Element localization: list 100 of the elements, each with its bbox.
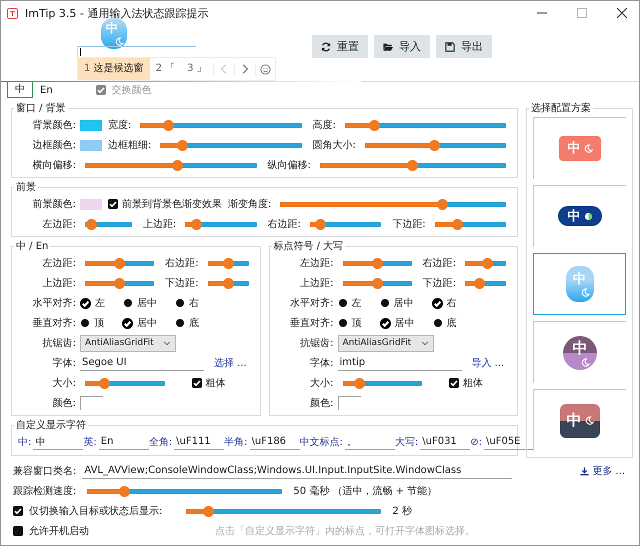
slider-thumb[interactable]: [177, 140, 188, 150]
radio-button[interactable]: [176, 299, 184, 307]
radio-button[interactable]: [380, 299, 388, 307]
slider-thumb[interactable]: [368, 120, 380, 130]
dropdown[interactable]: AntiAliasGridFit: [80, 334, 176, 352]
slider-thumb[interactable]: [372, 278, 383, 288]
toolbar-button[interactable]: 重置: [312, 35, 368, 58]
radio-button[interactable]: [338, 299, 346, 307]
slider[interactable]: [85, 162, 256, 168]
slider-thumb[interactable]: [222, 278, 234, 288]
radio-button[interactable]: [176, 319, 184, 327]
slider-thumb[interactable]: [202, 506, 214, 516]
candidate-item[interactable]: 1 这是候选窗: [78, 58, 150, 80]
checkbox[interactable]: [13, 526, 23, 536]
dropdown[interactable]: AntiAliasGridFit: [338, 334, 434, 352]
slider-thumb[interactable]: [98, 378, 110, 388]
slider-thumb[interactable]: [437, 198, 448, 210]
char-label-link[interactable]: ⊘:: [470, 436, 482, 448]
slider[interactable]: [344, 122, 506, 128]
slider-thumb[interactable]: [222, 258, 234, 268]
checkbox[interactable]: [13, 506, 23, 516]
font-field[interactable]: Segoe UI: [80, 356, 204, 370]
slider-thumb[interactable]: [114, 258, 126, 268]
radio-button[interactable]: [434, 319, 442, 327]
more-link[interactable]: 更多 ...: [580, 464, 625, 478]
char-field[interactable]: 。: [344, 434, 395, 450]
slider-thumb[interactable]: [452, 218, 463, 230]
char-field[interactable]: \uF031: [420, 434, 470, 450]
slider[interactable]: [434, 222, 506, 226]
toolbar-button[interactable]: 导入: [374, 35, 430, 58]
slider[interactable]: [342, 280, 412, 286]
tab[interactable]: 中: [7, 82, 33, 98]
color-swatch[interactable]: [80, 140, 102, 150]
tab[interactable]: En: [33, 82, 60, 98]
slider[interactable]: [85, 222, 132, 226]
slider[interactable]: [465, 260, 506, 266]
color-swatch[interactable]: [80, 198, 102, 210]
slider-thumb[interactable]: [372, 258, 383, 268]
slider[interactable]: [208, 260, 248, 266]
slider-thumb[interactable]: [118, 486, 130, 496]
char-field[interactable]: \uF186: [250, 434, 300, 450]
toolbar-button[interactable]: 导出: [436, 35, 492, 58]
char-label-link[interactable]: 大写:: [394, 435, 418, 449]
candidate-item[interactable]: 3 」: [181, 58, 213, 80]
class-names-field[interactable]: AVL_AVView;ConsoleWindowClass;Windows.UI.Input.InputSite.WindowClass: [82, 464, 512, 478]
theme-tile[interactable]: 中: [533, 321, 626, 384]
char-label-link[interactable]: 全角:: [148, 435, 172, 449]
maximize-icon[interactable]: [577, 8, 587, 18]
slider[interactable]: [280, 202, 506, 206]
close-icon[interactable]: [617, 8, 627, 18]
slider[interactable]: [364, 142, 506, 148]
char-field[interactable]: En: [98, 434, 149, 450]
checkbox[interactable]: [192, 378, 202, 388]
slider-thumb[interactable]: [86, 218, 98, 230]
theme-tile[interactable]: 中: [533, 184, 626, 247]
slider[interactable]: [87, 488, 282, 494]
slider-thumb[interactable]: [474, 278, 486, 288]
checkbox[interactable]: [449, 378, 459, 388]
radio-button[interactable]: [80, 298, 91, 308]
slider-thumb[interactable]: [114, 278, 126, 288]
char-label-link[interactable]: 半角:: [224, 435, 248, 449]
slider[interactable]: [465, 280, 506, 286]
slider-thumb[interactable]: [314, 218, 326, 230]
font-link[interactable]: 导入 ...: [472, 356, 504, 370]
radio-button[interactable]: [380, 318, 390, 328]
radio-button[interactable]: [124, 299, 132, 307]
candidate-item[interactable]: 2 「: [150, 58, 182, 80]
slider[interactable]: [160, 142, 302, 148]
slider[interactable]: [342, 380, 422, 386]
char-field[interactable]: \uF111: [174, 434, 224, 450]
radio-button[interactable]: [432, 298, 442, 308]
checkbox[interactable]: [108, 199, 118, 209]
slider[interactable]: [85, 380, 164, 386]
char-field[interactable]: 中: [33, 434, 84, 450]
slider[interactable]: [320, 162, 506, 168]
slider-thumb[interactable]: [172, 160, 183, 170]
slider[interactable]: [140, 122, 302, 128]
char-field[interactable]: \uF05E: [484, 434, 534, 450]
slider-thumb[interactable]: [407, 160, 418, 170]
slider-thumb[interactable]: [162, 120, 174, 130]
radio-button[interactable]: [122, 318, 133, 328]
char-label-link[interactable]: 中:: [18, 435, 32, 449]
char-label-link[interactable]: 英:: [83, 435, 97, 449]
color-swatch[interactable]: [80, 120, 102, 130]
font-link[interactable]: 选择 ...: [214, 356, 247, 370]
slider-thumb[interactable]: [482, 258, 493, 268]
char-label-link[interactable]: 中文标点:: [300, 435, 343, 449]
slider-thumb[interactable]: [191, 218, 202, 230]
slider-thumb[interactable]: [428, 140, 440, 150]
slider[interactable]: [85, 260, 154, 266]
radio-button[interactable]: [81, 319, 89, 327]
slider[interactable]: [185, 222, 256, 226]
slider[interactable]: [186, 508, 382, 514]
font-field[interactable]: imtip: [338, 356, 462, 370]
slider[interactable]: [310, 222, 382, 226]
slider[interactable]: [85, 280, 154, 286]
slider[interactable]: [342, 260, 412, 266]
slider-thumb[interactable]: [354, 378, 366, 388]
radio-button[interactable]: [338, 319, 346, 327]
slider[interactable]: [208, 280, 248, 286]
